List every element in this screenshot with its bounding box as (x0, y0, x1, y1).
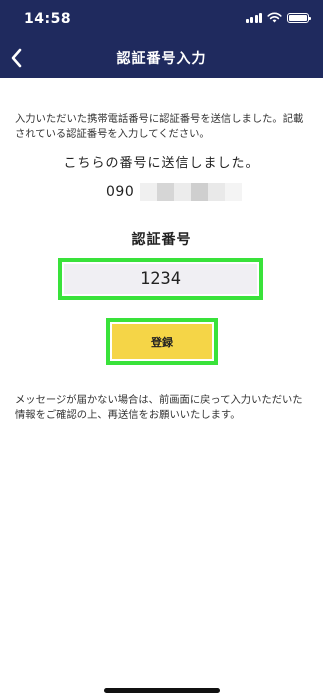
code-field-highlight (58, 258, 263, 300)
masked-digits (225, 183, 243, 201)
sent-label: こちらの番号に送信しました。 (63, 156, 260, 171)
wifi-icon (267, 12, 282, 23)
phone-prefix: 090 (106, 184, 135, 200)
submit-button[interactable]: 登録 (112, 324, 212, 359)
battery-icon (287, 12, 311, 23)
code-input[interactable] (64, 264, 257, 294)
page-title: 認証番号入力 (116, 51, 207, 67)
status-time: 14:58 (24, 11, 72, 27)
masked-digits (174, 183, 192, 201)
masked-digits (208, 183, 226, 201)
description-text: 入力いただいた携帯電話番号に認証番号を送信しました。記載されている認証番号を入力… (15, 113, 304, 140)
submit-highlight: 登録 (106, 318, 218, 365)
masked-digits (191, 183, 209, 201)
home-indicator (104, 688, 220, 693)
app-header: 14:58 認証番号入力 (0, 0, 323, 78)
note-text: メッセージが届かない場合は、前画面に戻って入力いただいた情報をご確認の上、再送信… (15, 394, 303, 421)
phone-number: 090 (106, 183, 243, 201)
masked-digits (140, 183, 158, 201)
code-label: 認証番号 (131, 232, 192, 248)
signal-icon (245, 12, 262, 23)
masked-digits (157, 183, 175, 201)
status-icons (245, 12, 311, 23)
